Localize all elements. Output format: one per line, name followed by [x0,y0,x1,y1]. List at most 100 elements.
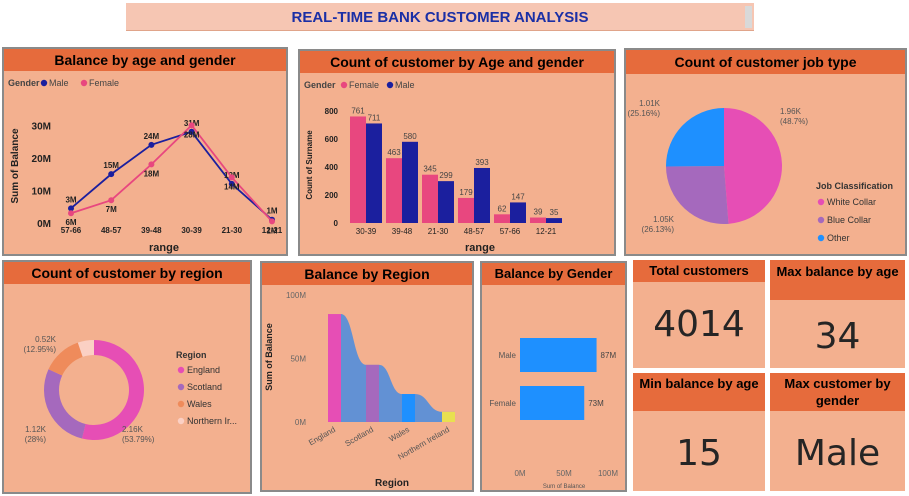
bar-male [438,181,454,223]
count-age-gender-panel: Count of customer by Age and gender Gend… [298,49,616,256]
balance-gender-chart: Male 87M Female 73M 0M 50M 100M Sum of Balance [489,338,618,490]
pie-slice [666,166,729,225]
x-tick-label: 100M [598,469,618,478]
legend-marker [80,79,88,87]
kpi-value: 15 [676,433,722,474]
data-label: 73M [588,399,604,408]
y-tick-label: 0 [334,219,339,228]
region-bar [366,364,379,422]
bar-male [546,218,562,223]
legend-label: Male [395,80,415,90]
data-label: 1M [266,226,277,235]
title-scrollbar[interactable] [745,6,752,28]
slice-label: 1.01K [639,99,661,108]
data-label: 28M [184,130,200,139]
data-point [108,197,115,204]
kpi-value: 4014 [653,304,745,345]
balance-age-gender-panel: Balance by age and gender Gender Male Fema… [2,47,288,256]
donut-slice [43,369,86,439]
kpi-max-customer-gender: Max customer by gender Male [770,373,905,491]
legend-marker [340,81,348,89]
x-axis-title: Region [375,478,409,489]
x-tick-label: England [307,425,337,447]
region-bar [442,411,455,422]
kpi-label: Min balance by age [633,373,765,411]
x-tick-label: Wales [388,425,411,444]
slice-label: (48.7%) [780,117,808,126]
bar-female [458,197,474,223]
y-tick-label: 0M [295,418,306,427]
x-tick-label: 21-30 [222,226,243,235]
pie-slice [724,108,783,224]
data-label: 87M [601,351,617,360]
bar-female [386,158,402,223]
balance-age-gender-chart: Gender Male Female 0M 10M 20M 30M 57-66 48-57 39-… [8,78,283,254]
bar-male [474,167,490,223]
y-tick-label: 400 [325,163,339,172]
region-panel: Count of customer by region 2.16K (53.79%… [2,260,252,494]
data-point [188,122,195,129]
x-tick-label: 0M [514,469,525,478]
legend-label: Northern Ir... [187,416,237,426]
data-label: 580 [403,132,417,141]
data-label: 14M [224,182,240,191]
slice-label: 1.12K [25,425,47,434]
kpi-value: 34 [814,316,861,357]
y-axis-title: Count of Surname [305,130,314,200]
slice-label: 1.96K [780,107,802,116]
balance-region-panel: Balance by Region 0M 50M 100M Sum of Balanc… [260,261,474,492]
kpi-total-customers: Total customers 4014 [633,260,765,368]
y-tick-label: 100M [286,291,306,300]
legend-label: Male [49,78,69,88]
panel-title: Count of customer job type [626,50,905,74]
data-label: 761 [351,106,365,115]
legend-marker [817,234,825,242]
page-title: REAL-TIME BANK CUSTOMER ANALYSIS [291,9,589,26]
gender-bar [520,338,597,372]
data-label: 18M [144,169,160,178]
kpi-label: Total customers [633,260,765,282]
series-line-female [70,123,273,222]
y-tick-label: 600 [325,135,339,144]
gender-bar [520,386,585,420]
bar-male [402,141,418,223]
legend-marker [177,417,185,425]
legend-marker [817,198,825,206]
bar-female [530,217,546,223]
y-tick-label: 0M [37,219,51,230]
x-tick-label: 21-30 [428,227,449,236]
bar-female [350,116,366,223]
panel-title: Balance by Gender [482,263,625,285]
x-tick-label: 39-48 [392,227,413,236]
slice-label: 2.16K [122,425,144,434]
y-tick-label: Male [499,351,517,360]
y-tick-label: 200 [325,191,339,200]
data-label: 711 [368,113,381,122]
y-tick-label: Female [489,399,516,408]
kpi-label: Max customer by gender [770,373,905,411]
count-age-gender-chart: Gender Female Male 0 200 400 600 800 Count of Su… [304,80,562,254]
panel-title: Balance by age and gender [4,49,286,71]
data-label: 345 [423,165,437,174]
x-tick-label: 57-66 [61,226,82,235]
region-chart: 2.16K(53.79%) 1.12K(28%) 0.52K(12.95%) Regi… [24,335,238,444]
slice-label: (12.95%) [24,345,57,354]
kpi-max-balance-age: Max balance by age 34 [770,260,905,368]
y-tick-label: 20M [32,154,51,165]
x-tick-label: 12-21 [536,227,557,236]
x-tick-label: 48-57 [464,227,485,236]
panel-title: Count of customer by Age and gender [300,51,614,73]
legend-label: England [187,365,220,375]
kpi-value: Male [794,433,881,474]
data-label: 6M [65,218,76,227]
ribbon-area [341,314,455,422]
data-label: 393 [475,158,489,167]
data-label: 1M [266,207,277,216]
legend-marker [177,383,185,391]
balance-region-chart: 0M 50M 100M Sum of Balance England Scotland Wa… [264,291,455,489]
legend-label: Blue Collar [827,215,871,225]
slice-label: (28%) [25,435,47,444]
x-axis-title: range [149,242,179,254]
job-type-chart: 1.96K(48.7%) 1.05K(26.13%) 1.01K(25.16%) Jo… [628,99,894,243]
region-bar [328,314,341,422]
